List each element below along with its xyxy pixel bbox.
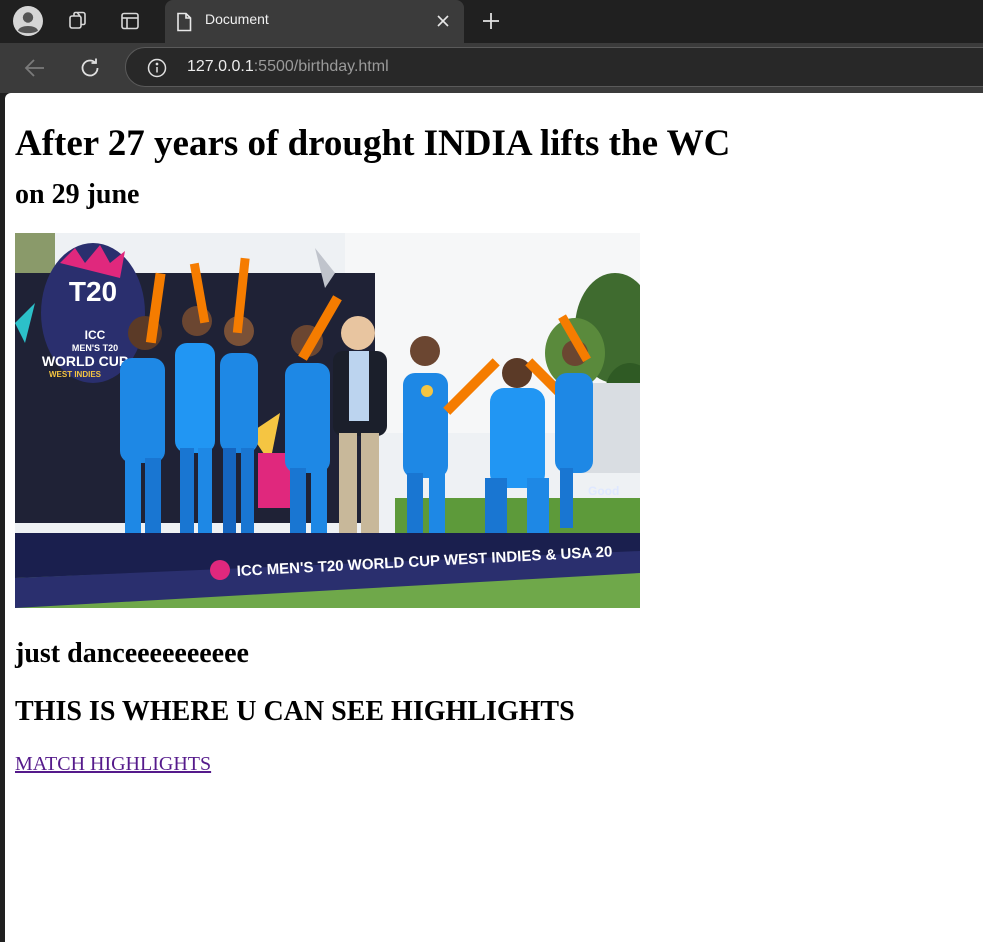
workspaces-icon — [69, 11, 86, 29]
address-bar[interactable]: 127.0.0.1:5500/birthday.html — [125, 47, 983, 87]
badge-number: T20 — [69, 276, 117, 307]
reload-button[interactable] — [75, 53, 105, 83]
highlights-heading: THIS IS WHERE U CAN SEE HIGHLIGHTS — [15, 696, 575, 727]
info-icon[interactable] — [147, 58, 167, 78]
match-highlights-link[interactable]: MATCH HIGHLIGHTS — [15, 753, 211, 776]
badge-line2: MEN'S T20 — [72, 343, 118, 353]
document-icon — [177, 12, 192, 32]
tab-strip: Document — [0, 0, 983, 43]
url-host: 127.0.0.1 — [187, 58, 254, 75]
tab-actions-button[interactable] — [114, 5, 146, 37]
tab-title: Document — [205, 11, 269, 27]
arrow-left-icon — [24, 59, 44, 77]
dance-heading: just danceeeeeeeeee — [15, 638, 249, 669]
reload-icon — [81, 58, 99, 77]
close-icon[interactable] — [435, 13, 451, 29]
badge-line3: WORLD CUP — [42, 353, 128, 369]
team-celebration-photo: T20 ICC MEN'S T20 WORLD CUP WEST INDIES … — [15, 233, 640, 608]
plus-icon — [483, 13, 499, 29]
badge-line4: WEST INDIES — [49, 370, 102, 379]
vertical-tabs-icon — [121, 12, 139, 30]
url-text[interactable]: 127.0.0.1:5500/birthday.html — [187, 58, 389, 76]
browser-toolbar: 127.0.0.1:5500/birthday.html — [0, 43, 983, 93]
url-path: :5500/birthday.html — [253, 58, 389, 75]
back-button[interactable] — [20, 53, 50, 83]
sponsor-text: Good — [588, 484, 619, 498]
workspaces-button[interactable] — [62, 5, 94, 37]
new-tab-button[interactable] — [476, 6, 506, 36]
date-heading: on 29 june — [15, 179, 140, 210]
profile-avatar-icon — [13, 6, 43, 36]
tab-document[interactable]: Document — [165, 0, 464, 43]
page-body: After 27 years of drought INDIA lifts th… — [5, 122, 983, 776]
page-heading: After 27 years of drought INDIA lifts th… — [15, 123, 731, 164]
profile-button[interactable] — [12, 5, 44, 37]
badge-line1: ICC — [85, 328, 106, 342]
page-viewport: After 27 years of drought INDIA lifts th… — [5, 93, 983, 942]
